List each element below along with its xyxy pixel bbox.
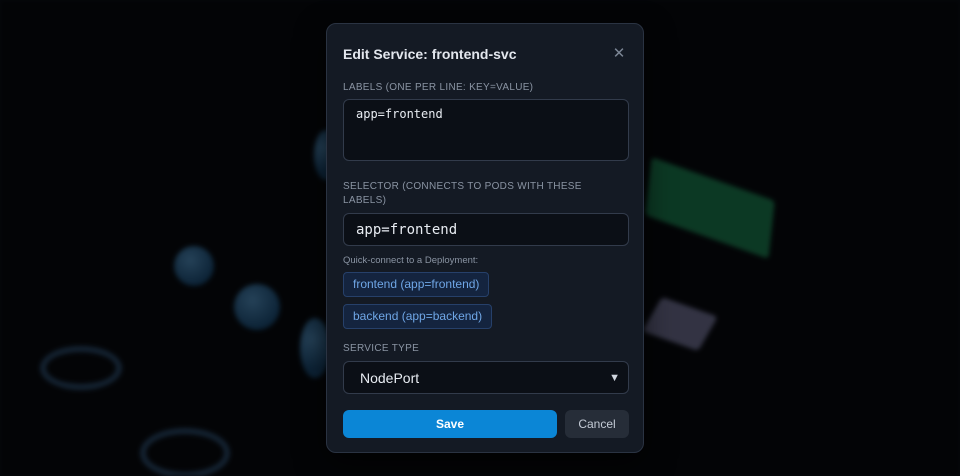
quick-connect-hint: Quick-connect to a Deployment: — [343, 255, 479, 266]
labels-textarea[interactable]: app=frontend — [343, 99, 629, 161]
selector-field-label: SELECTOR (CONNECTS TO PODS WITH THESE LA… — [343, 181, 582, 206]
save-button[interactable]: Save — [343, 410, 557, 438]
modal-header: Edit Service: frontend-svc ✕ — [343, 44, 627, 64]
quick-connect-backend-button[interactable]: backend (app=backend) — [343, 304, 493, 329]
chevron-down-icon: ▼ — [609, 371, 620, 384]
close-icon[interactable]: ✕ — [611, 46, 627, 62]
service-type-select[interactable]: NodePort ▼ — [343, 361, 629, 394]
service-type-label: SERVICE TYPE — [343, 343, 420, 354]
quick-connect-frontend-button[interactable]: frontend (app=frontend) — [343, 272, 490, 297]
selector-input[interactable] — [343, 213, 629, 246]
modal-title: Edit Service: frontend-svc — [343, 46, 517, 62]
service-type-value: NodePort — [360, 369, 420, 386]
labels-field-label: LABELS (ONE PER LINE: KEY=VALUE) — [343, 82, 534, 93]
edit-service-modal: Edit Service: frontend-svc ✕ LABELS (ONE… — [326, 23, 644, 453]
cancel-button[interactable]: Cancel — [565, 410, 629, 438]
